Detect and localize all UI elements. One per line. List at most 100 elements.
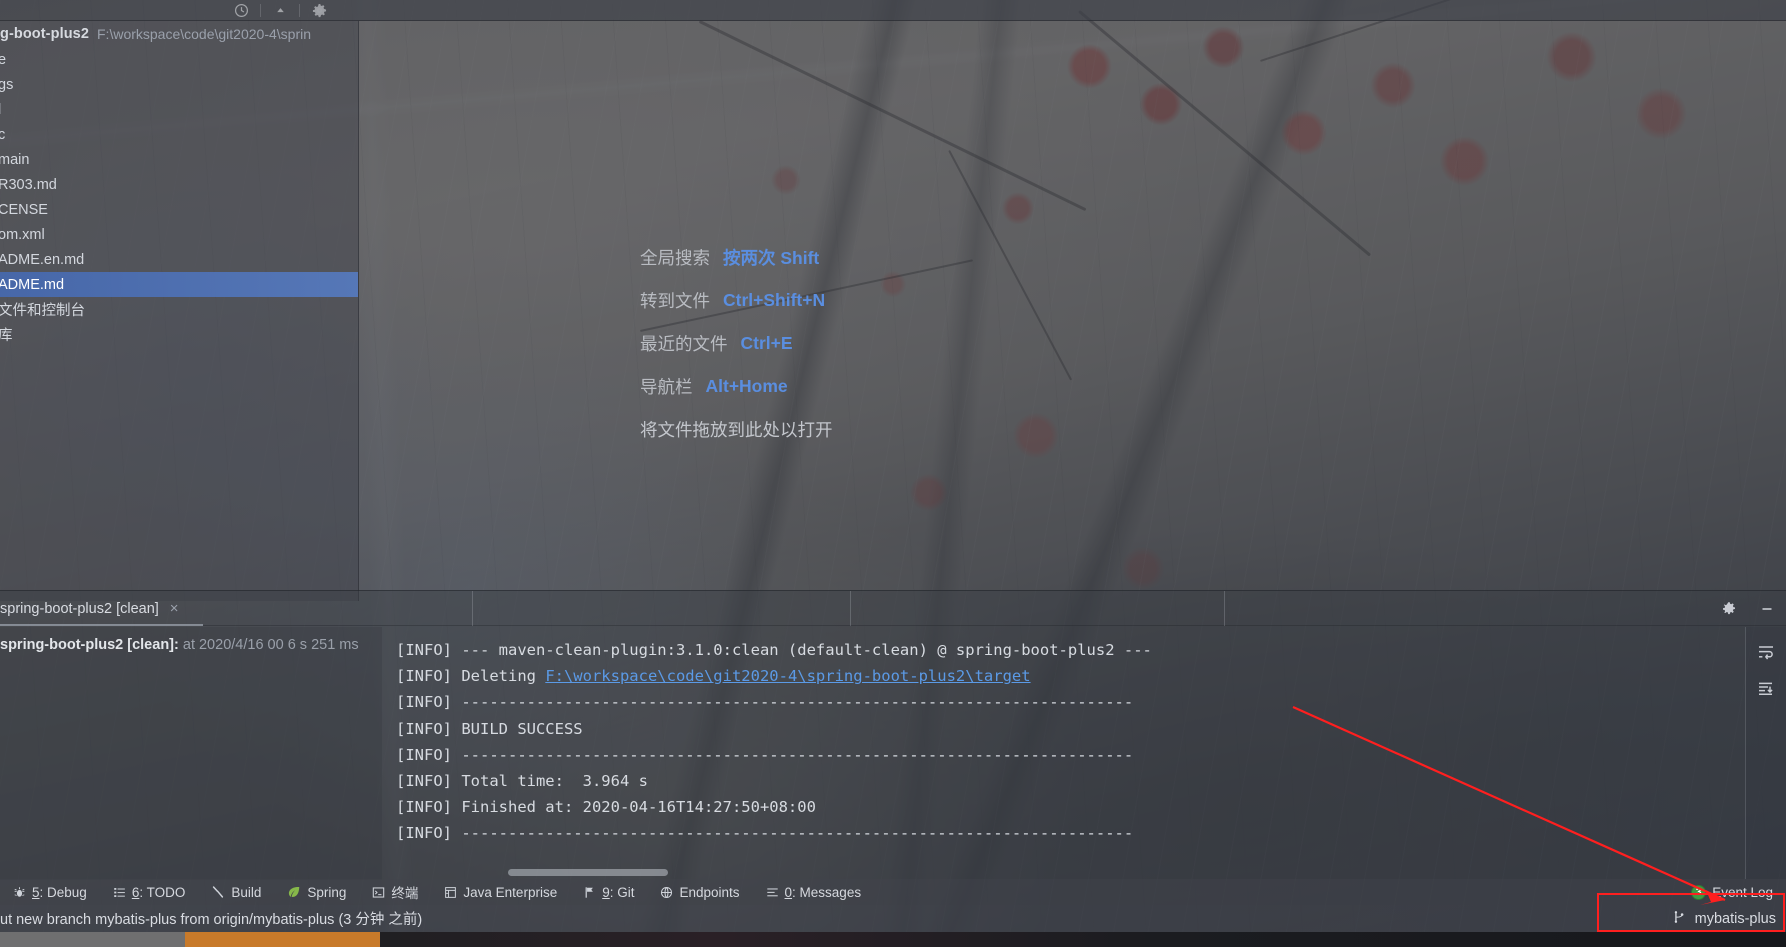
tool-button-todo[interactable]: 6: TODO (100, 879, 199, 905)
run-summary-meta: at 2020/4/16 00 (182, 637, 284, 653)
minimize-icon[interactable] (1748, 591, 1786, 626)
drop-files-hint: 将文件拖放到此处以打开 (640, 420, 833, 440)
tool-button-label: Java Enterprise (463, 884, 558, 900)
tool-button-label: : Messages (792, 884, 862, 900)
project-name: g-boot-plus2 (0, 25, 89, 42)
hint-shortcut: 按两次 Shift (723, 248, 820, 268)
tool-button-event-log[interactable]: 3 Event Log (1678, 879, 1786, 905)
divider (1224, 591, 1225, 626)
run-summary-duration: 6 s 251 ms (287, 637, 359, 653)
tree-item-label: 库 (0, 324, 13, 345)
tool-button-label: : Debug (39, 884, 87, 900)
tool-strip-right[interactable]: 3 Event Log (1678, 879, 1786, 905)
scroll-to-end-icon[interactable] (1757, 680, 1775, 703)
console-path-link[interactable]: F:\workspace\code\git2020-4\spring-boot-… (545, 667, 1030, 685)
console-line: [INFO] ---------------------------------… (396, 745, 1134, 764)
ide-window: g-boot-plus2 F:\workspace\code\git2020-4… (0, 0, 1786, 947)
window-top-icons[interactable] (222, 0, 338, 21)
run-tab-bar[interactable]: spring-boot-plus2 [clean] × (0, 591, 1786, 626)
close-icon[interactable]: × (170, 600, 179, 617)
console-line: [INFO] --- maven-clean-plugin:3.1.0:clea… (396, 641, 1152, 659)
tool-button-messages[interactable]: 0: Messages (753, 879, 875, 905)
tree-item[interactable]: om.xml (0, 222, 358, 247)
tree-item[interactable]: 库 (0, 322, 358, 347)
tool-window-strip[interactable]: 5: Debug 6: TODO Build Spring 终端 Java En… (0, 879, 1786, 905)
hint-label: 转到文件 (640, 291, 710, 311)
status-bar-branch-widget[interactable]: mybatis-plus (1673, 910, 1786, 928)
branch-flag-icon (583, 886, 596, 899)
tree-item-label: R303.md (0, 176, 57, 193)
run-summary-name: spring-boot-plus2 [clean]: (0, 637, 179, 653)
console-line: [INFO] Finished at: 2020-04-16T14:27:50+… (396, 798, 816, 817)
soft-wrap-icon[interactable] (1757, 643, 1775, 666)
tree-item[interactable]: c (0, 122, 358, 147)
status-message: ut new branch mybatis-plus from origin/m… (0, 912, 423, 928)
project-tree[interactable]: e gs l c main R303.md CENSE om.xml ADME.… (0, 47, 358, 347)
tree-item[interactable]: gs (0, 72, 358, 97)
tool-button-build[interactable]: Build (198, 879, 274, 905)
tool-button-mnemonic: 0 (784, 884, 793, 900)
git-branch-icon (1673, 910, 1687, 928)
event-log-badge: 3 (1691, 884, 1707, 900)
hint-row: 转到文件 Ctrl+Shift+N (640, 279, 1160, 322)
run-tab[interactable]: spring-boot-plus2 [clean] × (0, 591, 193, 626)
run-tab-label: spring-boot-plus2 [clean] (0, 600, 159, 617)
project-root-row[interactable]: g-boot-plus2 F:\workspace\code\git2020-4… (0, 21, 358, 46)
gear-icon[interactable] (1710, 591, 1748, 626)
hint-row: 导航栏 Alt+Home (640, 365, 1160, 408)
console-line: [INFO] Deleting (396, 667, 546, 686)
tree-item[interactable]: CENSE (0, 197, 358, 222)
taskbar-segment-right (380, 932, 1786, 947)
tool-button-endpoints[interactable]: Endpoints (647, 879, 752, 905)
globe-icon (660, 886, 673, 899)
console-line: [INFO] ---------------------------------… (396, 824, 1134, 843)
tool-button-debug[interactable]: 5: Debug (0, 879, 100, 905)
tool-button-mnemonic: 5 (32, 884, 40, 900)
console-line: [INFO] ---------------------------------… (396, 693, 1134, 712)
hammer-icon (211, 885, 225, 899)
console-horizontal-scrollbar[interactable] (396, 868, 1706, 877)
scrollbar-thumb[interactable] (508, 869, 668, 876)
os-taskbar (0, 932, 1786, 947)
gear-icon[interactable] (300, 0, 338, 21)
git-branch-label: mybatis-plus (1694, 910, 1776, 927)
tree-item[interactable]: l (0, 97, 358, 122)
tool-button-terminal[interactable]: 终端 (359, 879, 431, 905)
tree-item-label: main (0, 151, 30, 168)
run-summary-row: spring-boot-plus2 [clean]: at 2020/4/16 … (0, 627, 382, 653)
console-side-actions[interactable] (1745, 627, 1786, 879)
tree-item[interactable]: ADME.en.md (0, 247, 358, 272)
tree-item-label: 文件和控制台 (0, 303, 85, 319)
terminal-icon (372, 886, 385, 899)
project-tool-window[interactable]: g-boot-plus2 F:\workspace\code\git2020-4… (0, 21, 359, 601)
tree-item[interactable]: e (0, 47, 358, 72)
tree-item-label: e (0, 52, 6, 68)
console-output[interactable]: [INFO] --- maven-clean-plugin:3.1.0:clea… (396, 627, 1744, 879)
tree-item[interactable]: 文件和控制台 (0, 297, 358, 322)
list-icon (113, 886, 126, 899)
run-tool-window[interactable]: spring-boot-plus2 [clean] × spring-boot-… (0, 590, 1786, 880)
event-log-label: Event Log (1712, 884, 1773, 900)
tree-item-label: CENSE (0, 201, 48, 218)
tree-item[interactable]: R303.md (0, 172, 358, 197)
hint-row: 最近的文件 Ctrl+E (640, 322, 1160, 365)
tool-button-mnemonic: 9 (602, 884, 610, 900)
tree-item[interactable]: main (0, 147, 358, 172)
status-bar[interactable]: ut new branch mybatis-plus from origin/m… (0, 905, 1786, 932)
run-window-actions[interactable] (1710, 591, 1786, 626)
tool-button-java-enterprise[interactable]: Java Enterprise (431, 879, 570, 905)
clock-icon[interactable] (222, 0, 260, 21)
chevron-up-icon[interactable] (261, 0, 299, 21)
hint-shortcut: Ctrl+Shift+N (723, 290, 826, 310)
tree-item-label: om.xml (0, 226, 45, 243)
tree-item-label: gs (0, 76, 14, 93)
run-summary-panel[interactable]: spring-boot-plus2 [clean]: at 2020/4/16 … (0, 627, 382, 880)
tool-button-git[interactable]: 9: Git (570, 879, 647, 905)
tree-item-selected[interactable]: ADME.md (0, 272, 358, 297)
tree-item-label: l (0, 102, 1, 118)
tool-button-label: : TODO (139, 884, 186, 900)
tool-button-spring[interactable]: Spring (274, 879, 359, 905)
tree-item-label: ADME.md (0, 276, 65, 293)
divider (850, 591, 851, 626)
hint-shortcut: Alt+Home (705, 376, 788, 396)
